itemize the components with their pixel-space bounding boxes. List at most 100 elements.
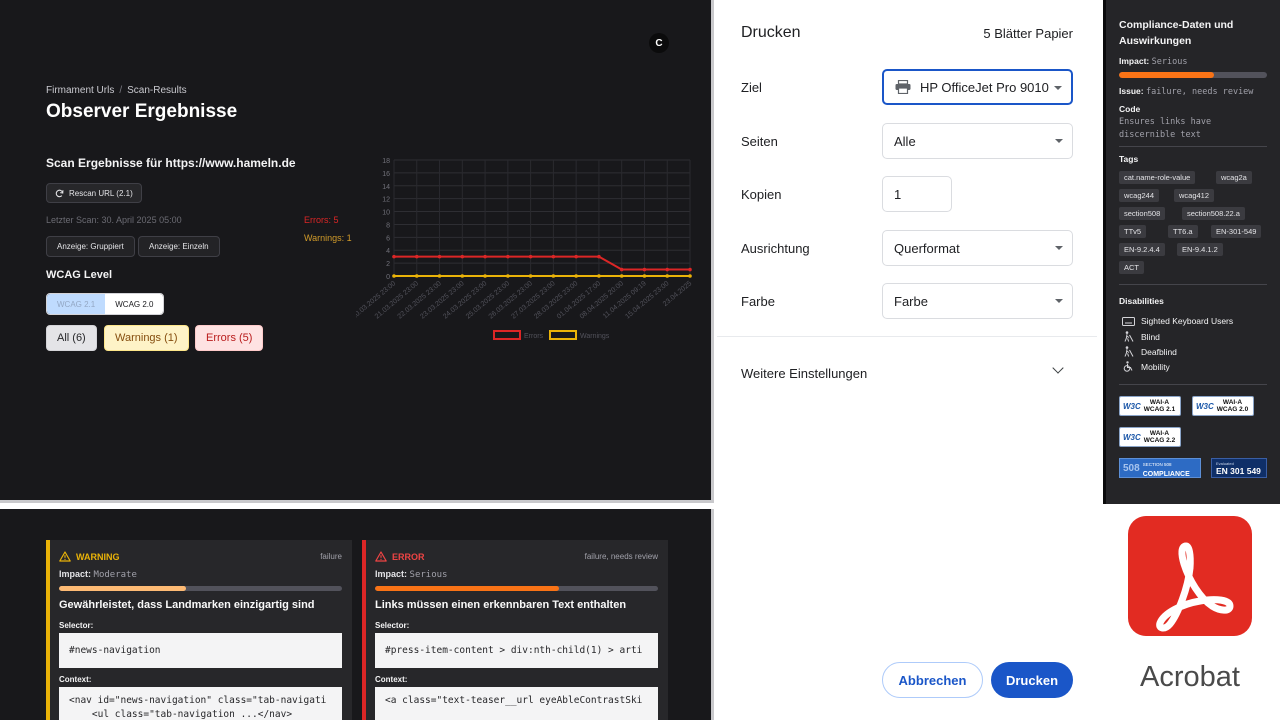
data-point-warnings: [574, 274, 578, 278]
tag: wcag412: [1174, 189, 1215, 202]
copies-label: Kopien: [741, 187, 782, 202]
data-point-errors: [528, 254, 533, 259]
filter-all-button[interactable]: All (6): [46, 325, 97, 351]
impact-value: Serious: [409, 570, 448, 580]
impact-label: Impact:: [59, 569, 92, 579]
scan-heading: Scan Ergebnisse für https://www.hameln.d…: [46, 156, 296, 170]
destination-select[interactable]: HP OfficeJet Pro 9010: [882, 69, 1073, 105]
rescan-button[interactable]: Rescan URL (2.1): [46, 183, 142, 203]
data-point-warnings: [665, 274, 670, 278]
issue-card-error[interactable]: ERROR failure, needs review Impact: Seri…: [362, 540, 668, 720]
impact-bar: [59, 586, 342, 591]
w3c-logo: W3C: [1123, 432, 1141, 442]
warning-triangle-icon: [59, 551, 71, 562]
filter-errors-button[interactable]: Errors (5): [195, 325, 264, 351]
section-508-text: SECTION 508 COMPLIANCE: [1143, 458, 1190, 478]
view-grouped-button[interactable]: Anzeige: Gruppiert: [46, 236, 135, 257]
disability-item: Sighted Keyboard Users: [1122, 316, 1233, 326]
tag: EN-9.4.1.2: [1177, 243, 1223, 256]
selector-label: Selector:: [375, 621, 410, 630]
selector-code[interactable]: #press-item-content > div:nth-child(1) >…: [375, 633, 658, 668]
wheelchair-icon: [1123, 361, 1133, 372]
y-tick-label: 14: [382, 184, 390, 191]
impact-label: Impact:: [1119, 56, 1150, 66]
data-point-warnings: [642, 274, 647, 278]
filter-warnings-button[interactable]: Warnings (1): [104, 325, 189, 351]
copies-value: 1: [894, 186, 902, 202]
impact-bar-fill: [1119, 72, 1214, 78]
divider: [1119, 384, 1267, 385]
data-point-warnings: [506, 274, 510, 278]
cancel-button[interactable]: Abbrechen: [882, 662, 983, 698]
divider: [1119, 284, 1267, 285]
issues-panel: WARNING failure Impact: Moderate Gewährl…: [0, 509, 714, 720]
chevron-down-icon[interactable]: [1052, 362, 1064, 374]
data-point-errors: [665, 267, 670, 272]
color-label: Farbe: [741, 294, 775, 309]
data-point-errors: [460, 254, 465, 259]
tag: TT6.a: [1168, 225, 1198, 238]
wcag-20-badge: W3C WAI-A WCAG 2.0: [1192, 396, 1254, 416]
data-point-errors: [437, 254, 442, 259]
breadcrumb-firmament-urls[interactable]: Firmament Urls: [46, 85, 114, 96]
errors-count: Errors: 5: [304, 215, 339, 225]
card-accent-bar: [362, 540, 366, 720]
chevron-down-icon: [1055, 139, 1063, 143]
pages-select[interactable]: Alle: [882, 123, 1073, 159]
acrobat-app-icon[interactable]: [1128, 516, 1252, 636]
section-508-main: COMPLIANCE: [1142, 471, 1190, 478]
printer-icon: [895, 80, 911, 94]
breadcrumb-separator: /: [119, 85, 123, 96]
context-code[interactable]: <nav id="news-navigation" class="tab-nav…: [59, 687, 342, 720]
page-title: Observer Ergebnisse: [46, 101, 238, 122]
impact-bar: [1119, 72, 1267, 78]
data-point-warnings: [414, 274, 419, 278]
data-point-warnings: [688, 274, 692, 278]
wcag-21-option[interactable]: WCAG 2.1: [47, 294, 106, 314]
impact-bar: [375, 586, 658, 591]
legend-swatch-errors: [493, 330, 521, 340]
y-tick-label: 18: [382, 158, 390, 165]
issue-card-warning[interactable]: WARNING failure Impact: Moderate Gewährl…: [46, 540, 352, 720]
user-avatar[interactable]: C: [649, 33, 669, 53]
data-point-warnings: [597, 274, 601, 278]
compliance-impact: Impact: Serious: [1119, 56, 1187, 67]
orientation-select[interactable]: Querformat: [882, 230, 1073, 266]
warning-triangle-icon: [375, 551, 387, 562]
tags-label: Tags: [1119, 154, 1139, 164]
color-select[interactable]: Farbe: [882, 283, 1073, 319]
y-tick-label: 12: [382, 197, 390, 204]
print-button[interactable]: Drucken: [991, 662, 1073, 698]
last-scan-text: Letzter Scan: 30. April 2025 05:00: [46, 215, 182, 225]
data-point-errors: [688, 267, 692, 272]
impact-label: Impact:: [375, 569, 408, 579]
data-point-errors: [414, 254, 419, 259]
context-label: Context:: [59, 675, 92, 684]
copies-input[interactable]: 1: [882, 176, 952, 212]
destination-value: HP OfficeJet Pro 9010: [920, 79, 1049, 95]
selector-label: Selector:: [59, 621, 94, 630]
badge-wai: WAI-A: [1149, 399, 1170, 406]
more-settings-toggle[interactable]: Weitere Einstellungen: [741, 366, 867, 381]
selector-code[interactable]: #news-navigation: [59, 633, 342, 668]
breadcrumb-scan-results[interactable]: Scan-Results: [127, 85, 186, 96]
data-point-warnings: [483, 274, 487, 278]
disability-item: Mobility: [1122, 361, 1170, 372]
view-single-button[interactable]: Anzeige: Einzeln: [138, 236, 220, 257]
tag: ACT: [1119, 261, 1144, 274]
legend-swatch-warnings: [549, 330, 577, 340]
tag: EN-301-549: [1211, 225, 1262, 238]
w3c-logo: W3C: [1123, 401, 1141, 411]
wcag-20-option[interactable]: WCAG 2.0: [105, 294, 164, 314]
compliance-issue: Issue: failure, needs review: [1119, 86, 1253, 97]
en-301-549-badge: Evaluated EN 301 549: [1211, 458, 1267, 478]
observer-panel: C Firmament Urls / Scan-Results Observer E…: [0, 0, 714, 503]
pages-value: Alle: [894, 133, 916, 149]
divider: [1119, 146, 1267, 147]
section-508-top: SECTION 508: [1142, 462, 1172, 467]
context-code[interactable]: <a class="text-teaser__url eyeAbleContra…: [375, 687, 658, 720]
data-point-errors: [506, 254, 510, 259]
rescan-label: Rescan URL (2.1): [69, 188, 133, 198]
context-line: <a class="text-teaser__url eyeAbleContra…: [385, 695, 643, 706]
warnings-count: Warnings: 1: [304, 233, 352, 243]
